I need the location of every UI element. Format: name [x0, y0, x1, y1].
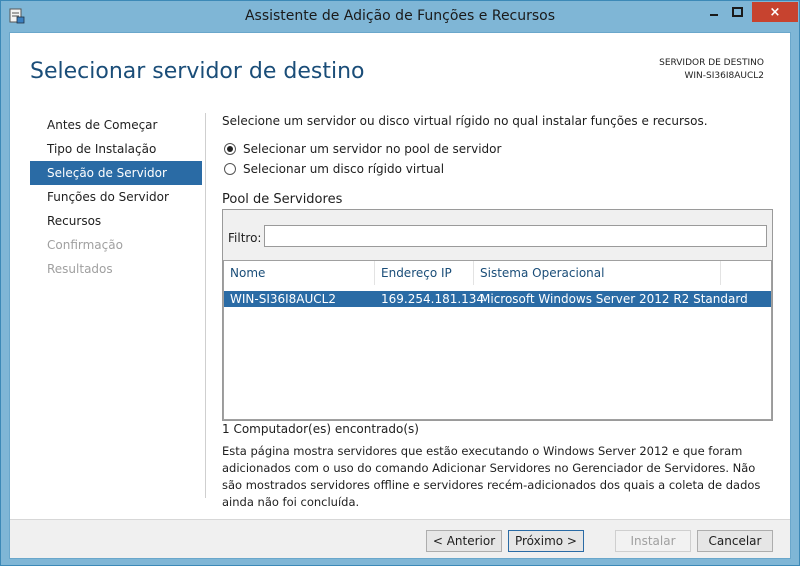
cell-os: Microsoft Windows Server 2012 R2 Standar… — [480, 292, 748, 306]
wizard-client-area: Selecionar servidor de destino SERVIDOR … — [9, 32, 791, 559]
destination-server-name: WIN-SI36I8AUCL2 — [684, 71, 764, 81]
nav-step-results: Resultados — [47, 262, 113, 276]
next-button[interactable]: Próximo > — [508, 530, 584, 552]
filter-input[interactable] — [264, 225, 767, 247]
table-row[interactable]: WIN-SI36I8AUCL2 169.254.181.134 Microsof… — [224, 291, 771, 307]
column-header-os[interactable]: Sistema Operacional — [474, 261, 721, 285]
title-bar[interactable]: Assistente de Adição de Funções e Recurs… — [1, 1, 799, 31]
server-pool-panel: Filtro: Nome Endereço IP Sistema Operaci… — [222, 209, 773, 421]
wizard-window: Assistente de Adição de Funções e Recurs… — [0, 0, 800, 566]
wizard-steps-nav: Antes de Começar Tipo de Instalação Sele… — [30, 113, 202, 281]
nav-step-server-selection[interactable]: Seleção de Servidor — [30, 161, 202, 185]
column-header-ip[interactable]: Endereço IP — [375, 261, 474, 285]
cell-name: WIN-SI36I8AUCL2 — [230, 292, 337, 306]
maximize-button[interactable] — [725, 2, 749, 22]
nav-step-before-you-begin[interactable]: Antes de Começar — [30, 113, 202, 137]
cell-ip: 169.254.181.134 — [381, 292, 485, 306]
found-count: 1 Computador(es) encontrado(s) — [222, 422, 419, 436]
option-server-pool[interactable]: Selecionar um servidor no pool de servid… — [224, 141, 501, 157]
minimize-button[interactable] — [703, 2, 725, 22]
server-pool-title: Pool de Servidores — [222, 192, 343, 207]
grid-header: Nome Endereço IP Sistema Operacional — [224, 261, 771, 285]
nav-divider — [205, 113, 206, 498]
option-virtual-disk[interactable]: Selecionar um disco rígido virtual — [224, 161, 444, 177]
description-text: Esta página mostra servidores que estão … — [222, 444, 761, 509]
maximize-icon — [731, 7, 743, 17]
nav-step-confirmation: Confirmação — [47, 238, 123, 252]
destination-server-label: SERVIDOR DE DESTINO — [659, 58, 764, 68]
nav-step-features[interactable]: Recursos — [30, 209, 202, 233]
server-grid: Nome Endereço IP Sistema Operacional WIN… — [223, 260, 772, 420]
cancel-button[interactable]: Cancelar — [697, 530, 773, 552]
previous-button[interactable]: < Anterior — [426, 530, 502, 552]
close-icon: × — [769, 4, 781, 20]
nav-step-server-roles[interactable]: Funções do Servidor — [30, 185, 202, 209]
window-title: Assistente de Adição de Funções e Recurs… — [244, 8, 556, 24]
install-button: Instalar — [615, 530, 691, 552]
page-title: Selecionar servidor de destino — [30, 59, 365, 84]
minimize-icon — [710, 14, 718, 16]
close-button[interactable]: × — [752, 2, 798, 22]
filter-label: Filtro: — [228, 231, 262, 245]
intro-text: Selecione um servidor ou disco virtual r… — [222, 114, 708, 128]
option-server-pool-label: Selecionar um servidor no pool de servid… — [243, 142, 502, 156]
radio-virtual-disk[interactable] — [224, 163, 236, 175]
wizard-footer: < Anterior Próximo > Instalar Cancelar — [10, 519, 790, 558]
option-virtual-disk-label: Selecionar um disco rígido virtual — [243, 162, 445, 176]
nav-step-installation-type[interactable]: Tipo de Instalação — [30, 137, 202, 161]
column-header-name[interactable]: Nome — [224, 261, 375, 285]
radio-server-pool[interactable] — [224, 143, 236, 155]
